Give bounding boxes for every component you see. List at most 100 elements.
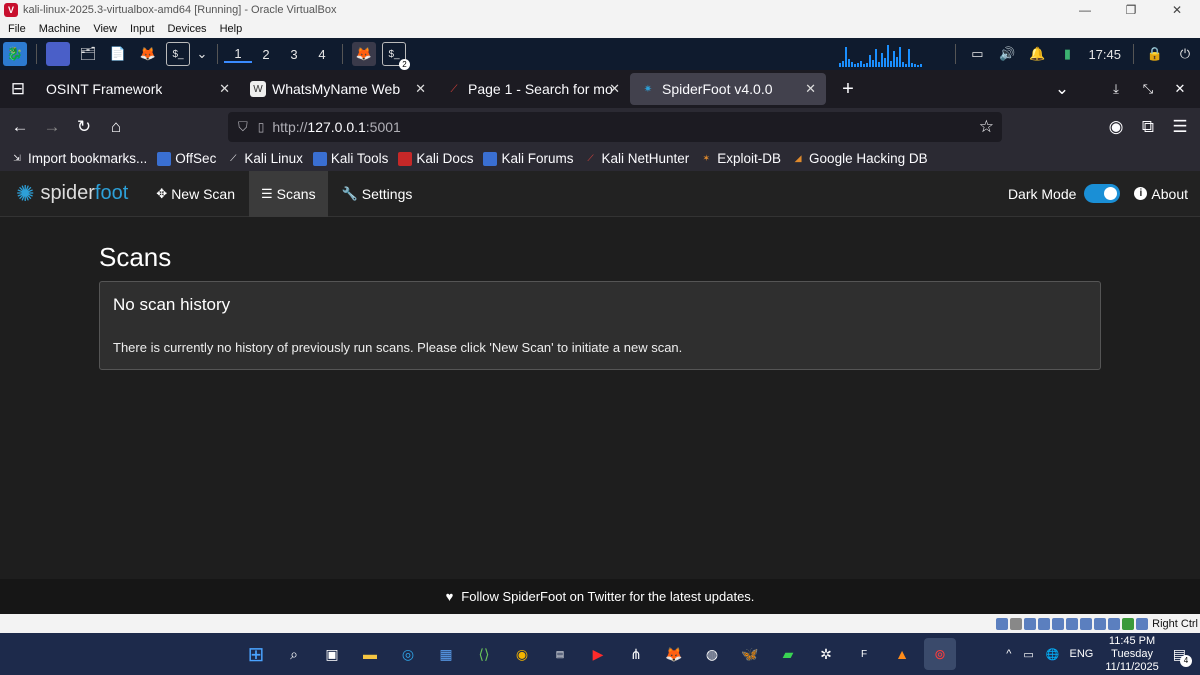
menu-input[interactable]: Input [122,23,159,35]
tray-chevron-up-icon[interactable]: ^ [1006,648,1011,660]
edge-icon[interactable]: ◎ [392,638,424,670]
kali-menu-icon[interactable]: 🐉 [3,42,27,66]
workspace-3[interactable]: 3 [280,47,308,62]
battery-tray-icon[interactable]: ▭ [1023,648,1033,661]
close-tab-icon[interactable]: ✕ [609,81,620,97]
language-indicator[interactable]: ENG [1070,648,1094,660]
url-bar[interactable]: ⛉ ▯ http://127.0.0.1:5001 ☆ [228,112,1002,142]
bookmark-google-hacking-db[interactable]: ◢ Google Hacking DB [791,151,928,166]
globe-icon[interactable]: 🌐 [1046,648,1060,661]
desktop-icon[interactable] [46,42,70,66]
volume-icon[interactable]: 🔊 [995,42,1019,66]
bookmark-kali-forums[interactable]: Kali Forums [483,151,573,166]
obs-icon[interactable]: ◍ [696,638,728,670]
menu-view[interactable]: View [85,23,122,35]
menu-devices[interactable]: Devices [159,23,211,35]
terminal-launcher-icon[interactable]: $_ [166,42,190,66]
close-button[interactable]: ✕ [1154,3,1200,17]
bookmark-kali-nethunter[interactable]: ⟋ Kali NetHunter [583,151,689,166]
tab-page-1[interactable]: ⟋ Page 1 - Search for modu ✕ [436,73,630,105]
optical-drive-icon[interactable] [1010,617,1023,630]
nav-about[interactable]: i About [1134,171,1200,217]
tab-whatsmyname[interactable]: W WhatsMyName Web ✕ [240,73,436,105]
network-app-icon[interactable]: ⋔ [620,638,652,670]
tab-spiderfoot[interactable]: ✷ SpiderFoot v4.0.0 ✕ [630,73,826,105]
workspace-2[interactable]: 2 [252,47,280,62]
mouse-integration-icon[interactable] [1136,617,1149,630]
close-tab-icon[interactable]: ✕ [219,81,230,97]
forward-arrow-icon[interactable]: → [36,112,68,142]
taskbar-clock[interactable]: 11:45 PM Tuesday 11/11/2025 [1105,635,1158,674]
workspace-1[interactable]: 1 [224,46,252,63]
recording-icon[interactable] [1094,617,1107,630]
microsoft-store-icon[interactable]: ▦ [430,638,462,670]
notification-center-icon[interactable]: ▤ 4 [1173,646,1192,667]
tab-osint-framework[interactable]: OSINT Framework ✕ [36,73,240,105]
bookmark-exploit-db[interactable]: ✶ Exploit-DB [699,151,781,166]
chrome-icon[interactable]: ◉ [506,638,538,670]
task-view-icon[interactable]: ▣ [316,638,348,670]
back-arrow-icon[interactable]: ← [4,112,36,142]
fullscreen-icon[interactable]: ⤡ [1132,74,1164,104]
menu-machine[interactable]: Machine [31,23,86,35]
network-icon[interactable] [1038,617,1051,630]
new-tab-icon[interactable]: + [832,74,864,104]
f-app-icon[interactable]: F [848,638,880,670]
search-icon[interactable]: ⌕ [278,638,310,670]
hamburger-menu-icon[interactable]: ☰ [1164,112,1196,142]
hard-disk-icon[interactable] [996,617,1009,630]
chatgpt-icon[interactable]: ✲ [810,638,842,670]
panel-clock[interactable]: 17:45 [1088,47,1121,62]
workspace-4[interactable]: 4 [308,47,336,62]
bookmark-kali-tools[interactable]: Kali Tools [312,151,388,166]
dark-mode-toggle[interactable] [1084,184,1121,203]
menu-help[interactable]: Help [212,23,248,35]
bookmark-offsec[interactable]: OffSec [157,151,216,166]
footer-text[interactable]: Follow SpiderFoot on Twitter for the lat… [461,589,754,604]
youtube-icon[interactable]: ▶ [582,638,614,670]
firefox-window-icon[interactable]: 🦊 [352,42,376,66]
spiderfoot-logo[interactable]: ✺ spider foot [16,181,128,207]
chevron-down-icon[interactable]: ⌄ [196,42,208,66]
cpu-status-icon[interactable] [1108,617,1121,630]
bookmark-import[interactable]: ⇲ Import bookmarks... [10,151,147,166]
bookmark-kali-linux[interactable]: ⟋ Kali Linux [226,151,303,166]
reload-icon[interactable]: ↻ [68,112,100,142]
download-icon[interactable]: ⤓ [1100,74,1132,104]
notifications-bell-icon[interactable]: 🔔 [1025,42,1049,66]
firefox-view-icon[interactable]: ⊟ [0,74,36,104]
nav-new-scan[interactable]: ✥ New Scan [144,171,247,217]
vs-code-icon[interactable]: ⟨⟩ [468,638,500,670]
windows-start-icon[interactable]: ⊞ [240,638,272,670]
display-status-icon[interactable] [1080,617,1093,630]
terminal-window-icon[interactable]: $_ 2 [382,42,410,70]
audio-icon[interactable] [1024,617,1037,630]
cisco-icon[interactable]: ▤ [544,638,576,670]
page-info-icon[interactable]: ▯ [258,120,265,134]
restore-button[interactable]: ❐ [1108,3,1154,17]
nav-settings[interactable]: 🔧 Settings [330,171,425,217]
close-window-icon[interactable]: ✕ [1164,74,1196,104]
virtualbox-taskbar-icon[interactable]: ⊚ [924,638,956,670]
lock-icon[interactable]: 🔒 [1143,42,1167,66]
vlc-icon[interactable]: ▲ [886,638,918,670]
home-icon[interactable]: ⌂ [100,112,132,142]
text-editor-icon[interactable]: 📄 [106,42,130,66]
file-explorer-icon[interactable]: ▬ [354,638,386,670]
display-icon[interactable]: ▭ [965,42,989,66]
minimize-button[interactable]: — [1062,3,1108,17]
butterfly-app-icon[interactable]: 🦋 [734,638,766,670]
pycharm-icon[interactable]: ▰ [772,638,804,670]
account-icon[interactable]: ◉ [1100,112,1132,142]
list-tabs-chevron-down-icon[interactable]: ⌄ [1046,74,1078,104]
power-icon[interactable]: ⏻ [1173,42,1197,66]
firefox-taskbar-icon[interactable]: 🦊 [658,638,690,670]
bookmark-star-icon[interactable]: ☆ [979,117,994,137]
menu-file[interactable]: File [0,23,31,35]
close-tab-icon[interactable]: ✕ [805,81,816,97]
extensions-icon[interactable]: ⧉ [1132,112,1164,142]
guest-additions-icon[interactable] [1122,617,1135,630]
usb-icon[interactable] [1052,617,1065,630]
firefox-launcher-icon[interactable]: 🦊 [136,42,160,66]
shared-folders-icon[interactable] [1066,617,1079,630]
